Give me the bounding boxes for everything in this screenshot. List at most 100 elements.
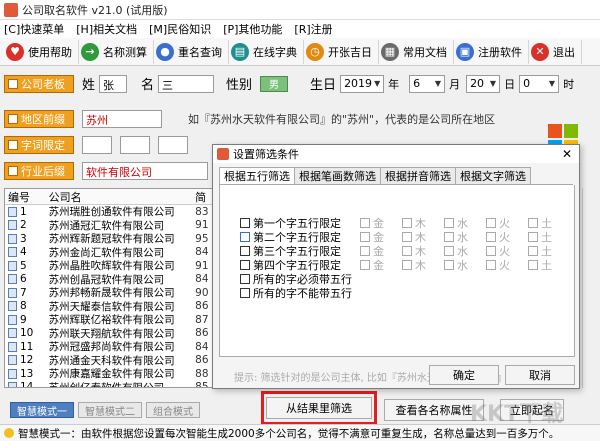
tab-text[interactable]: 根据文字筛选 (455, 167, 531, 184)
checkbox[interactable] (240, 274, 250, 284)
tab-smart-mode-2[interactable]: 智慧模式二 (78, 402, 142, 418)
checkbox[interactable] (402, 218, 412, 228)
checkbox[interactable] (360, 246, 370, 256)
checkbox[interactable] (528, 260, 538, 270)
checkbox[interactable] (240, 218, 250, 228)
toolbar-button-7[interactable]: ✕ 退出 (529, 39, 582, 64)
checkbox[interactable] (360, 260, 370, 270)
table-row[interactable]: 13 苏州康嘉耀金软件有限公司 88 (5, 367, 213, 381)
menu-folk[interactable]: [M]民俗知识 (149, 21, 211, 37)
menu-register[interactable]: [R]注册 (294, 21, 332, 37)
table-row[interactable]: 6 苏州创晶冠软件有限公司 84 (5, 273, 213, 287)
char-input-3[interactable] (158, 136, 188, 154)
close-icon[interactable]: ✕ (555, 147, 579, 161)
table-row[interactable]: 7 苏州邦畅新晟软件有限公司 90 (5, 286, 213, 300)
view-attributes-button[interactable]: 查看各名称属性 (384, 399, 484, 421)
table-row[interactable]: 11 苏州冠盛邦尚软件有限公司 84 (5, 340, 213, 354)
tab-five-elements[interactable]: 根据五行筛选 (219, 167, 295, 184)
list-scrollbar[interactable] (582, 188, 594, 388)
checkbox[interactable] (444, 260, 454, 270)
tab-pinyin[interactable]: 根据拼音筛选 (380, 167, 456, 184)
checkbox[interactable] (402, 246, 412, 256)
table-row[interactable]: 8 苏州天耀泰信软件有限公司 86 (5, 300, 213, 314)
checkbox[interactable] (402, 232, 412, 242)
checkbox[interactable] (444, 232, 454, 242)
day-select[interactable]: 20 ▼ (466, 74, 501, 93)
year-select[interactable]: 2019 ▼ (340, 74, 385, 93)
table-row[interactable]: 12 苏州通金天科软件有限公司 86 (5, 354, 213, 368)
table-row[interactable]: 5 苏州晶胜吹辉软件有限公司 91 (5, 259, 213, 273)
col-number[interactable]: 编号 (5, 189, 49, 205)
table-row[interactable]: 4 苏州金尚汇软件有限公司 84 (5, 246, 213, 260)
menu-other[interactable]: [P]其他功能 (223, 21, 282, 37)
char-input-2[interactable] (120, 136, 150, 154)
month-select[interactable]: 6 ▼ (409, 74, 446, 93)
element-checkbox[interactable]: 火 (486, 257, 510, 273)
toolbar-button-6[interactable]: ▣ 注册软件 (454, 39, 529, 64)
table-row[interactable]: 10 苏州联天翔航软件有限公司 86 (5, 327, 213, 341)
region-input[interactable]: 苏州 (82, 110, 162, 128)
checkbox[interactable] (402, 260, 412, 270)
char-input-1[interactable] (82, 136, 112, 154)
hour-select[interactable]: 0 ▼ (519, 74, 560, 93)
checkbox[interactable] (486, 218, 496, 228)
checkbox[interactable] (528, 218, 538, 228)
checkbox[interactable] (360, 232, 370, 242)
toolbar-button-label: 常用文档 (403, 45, 447, 59)
table-row[interactable]: 14 苏州创亿泰软件有限公司 85 (5, 381, 213, 387)
ok-button[interactable]: 确定 (429, 365, 499, 385)
industry-button[interactable]: 行业后缀 (4, 162, 74, 180)
checkbox[interactable] (486, 260, 496, 270)
toolbar-button-5[interactable]: ▦ 常用文档 (379, 39, 454, 64)
menu-docs[interactable]: [H]相关文档 (76, 21, 137, 37)
checkbox[interactable] (486, 246, 496, 256)
checkbox[interactable] (486, 232, 496, 242)
row-number: 1 (20, 205, 27, 218)
gender-toggle[interactable]: 男 (260, 75, 289, 92)
menu-bar: [C]快速菜单 [H]相关文档 [M]民俗知识 [P]其他功能 [R]注册 (0, 20, 600, 38)
checkbox[interactable] (528, 246, 538, 256)
row-number-cell: 8 (5, 300, 49, 312)
tab-strokes[interactable]: 根据笔画数筛选 (294, 167, 381, 184)
toolbar-button-1[interactable]: → 名称测算 (79, 39, 154, 64)
element-checkbox[interactable]: 土 (528, 257, 552, 273)
window-title: 公司取名软件 v21.0 (试用版) (22, 3, 168, 17)
chevron-down-icon: ▼ (374, 79, 381, 88)
element-row-5[interactable]: 所有的字不能带五行 (240, 285, 352, 301)
region-button[interactable]: 地区前缀 (4, 110, 74, 128)
checkbox[interactable] (240, 246, 250, 256)
checkbox[interactable] (240, 232, 250, 242)
toolbar-button-3[interactable]: ▤ 在线字典 (229, 39, 304, 64)
cancel-button[interactable]: 取消 (505, 365, 575, 385)
checkbox[interactable] (444, 246, 454, 256)
table-row[interactable]: 1 苏州瑞胜创通软件有限公司 83 (5, 205, 213, 219)
boss-button[interactable]: 公司老板 (4, 74, 74, 93)
given-name-label: 名 (141, 78, 155, 93)
element-checkbox[interactable]: 木 (402, 257, 426, 273)
result-list[interactable]: 编号 公司名 简 1 苏州瑞胜创通软件有限公司 83 2 苏州通冠汇软件有限公司 91 3 苏… (4, 188, 214, 388)
checkbox[interactable] (444, 218, 454, 228)
row-value: 90 (195, 286, 209, 299)
toolbar-button-0[interactable]: ♥ 使用帮助 (4, 39, 79, 64)
checkbox[interactable] (240, 288, 250, 298)
char-button[interactable]: 字词限定 (4, 136, 74, 154)
tab-combo-mode[interactable]: 组合模式 (146, 402, 200, 418)
toolbar-button-2[interactable]: ● 重名查询 (154, 39, 229, 64)
col-company-name[interactable]: 公司名 (49, 189, 196, 205)
surname-input[interactable]: 张 (99, 74, 128, 93)
given-name-input[interactable]: 三 (158, 74, 215, 93)
menu-quick[interactable]: [C]快速菜单 (4, 21, 64, 37)
checkbox[interactable] (360, 218, 370, 228)
element-checkbox[interactable]: 水 (444, 257, 468, 273)
table-row[interactable]: 2 苏州通冠汇软件有限公司 91 (5, 219, 213, 233)
checkbox[interactable] (528, 232, 538, 242)
element-checkbox[interactable]: 金 (360, 257, 384, 273)
row-value: 91 (195, 259, 209, 272)
col-short[interactable]: 简 (195, 189, 213, 205)
table-row[interactable]: 3 苏州辉新题冠软件有限公司 95 (5, 232, 213, 246)
checkbox[interactable] (240, 260, 250, 270)
industry-input[interactable]: 软件有限公司 (82, 162, 208, 180)
toolbar-button-4[interactable]: ◷ 开张吉日 (304, 39, 379, 64)
tab-smart-mode-1[interactable]: 智慧模式一 (10, 402, 74, 418)
table-row[interactable]: 9 苏州辉联亿裕软件有限公司 87 (5, 313, 213, 327)
